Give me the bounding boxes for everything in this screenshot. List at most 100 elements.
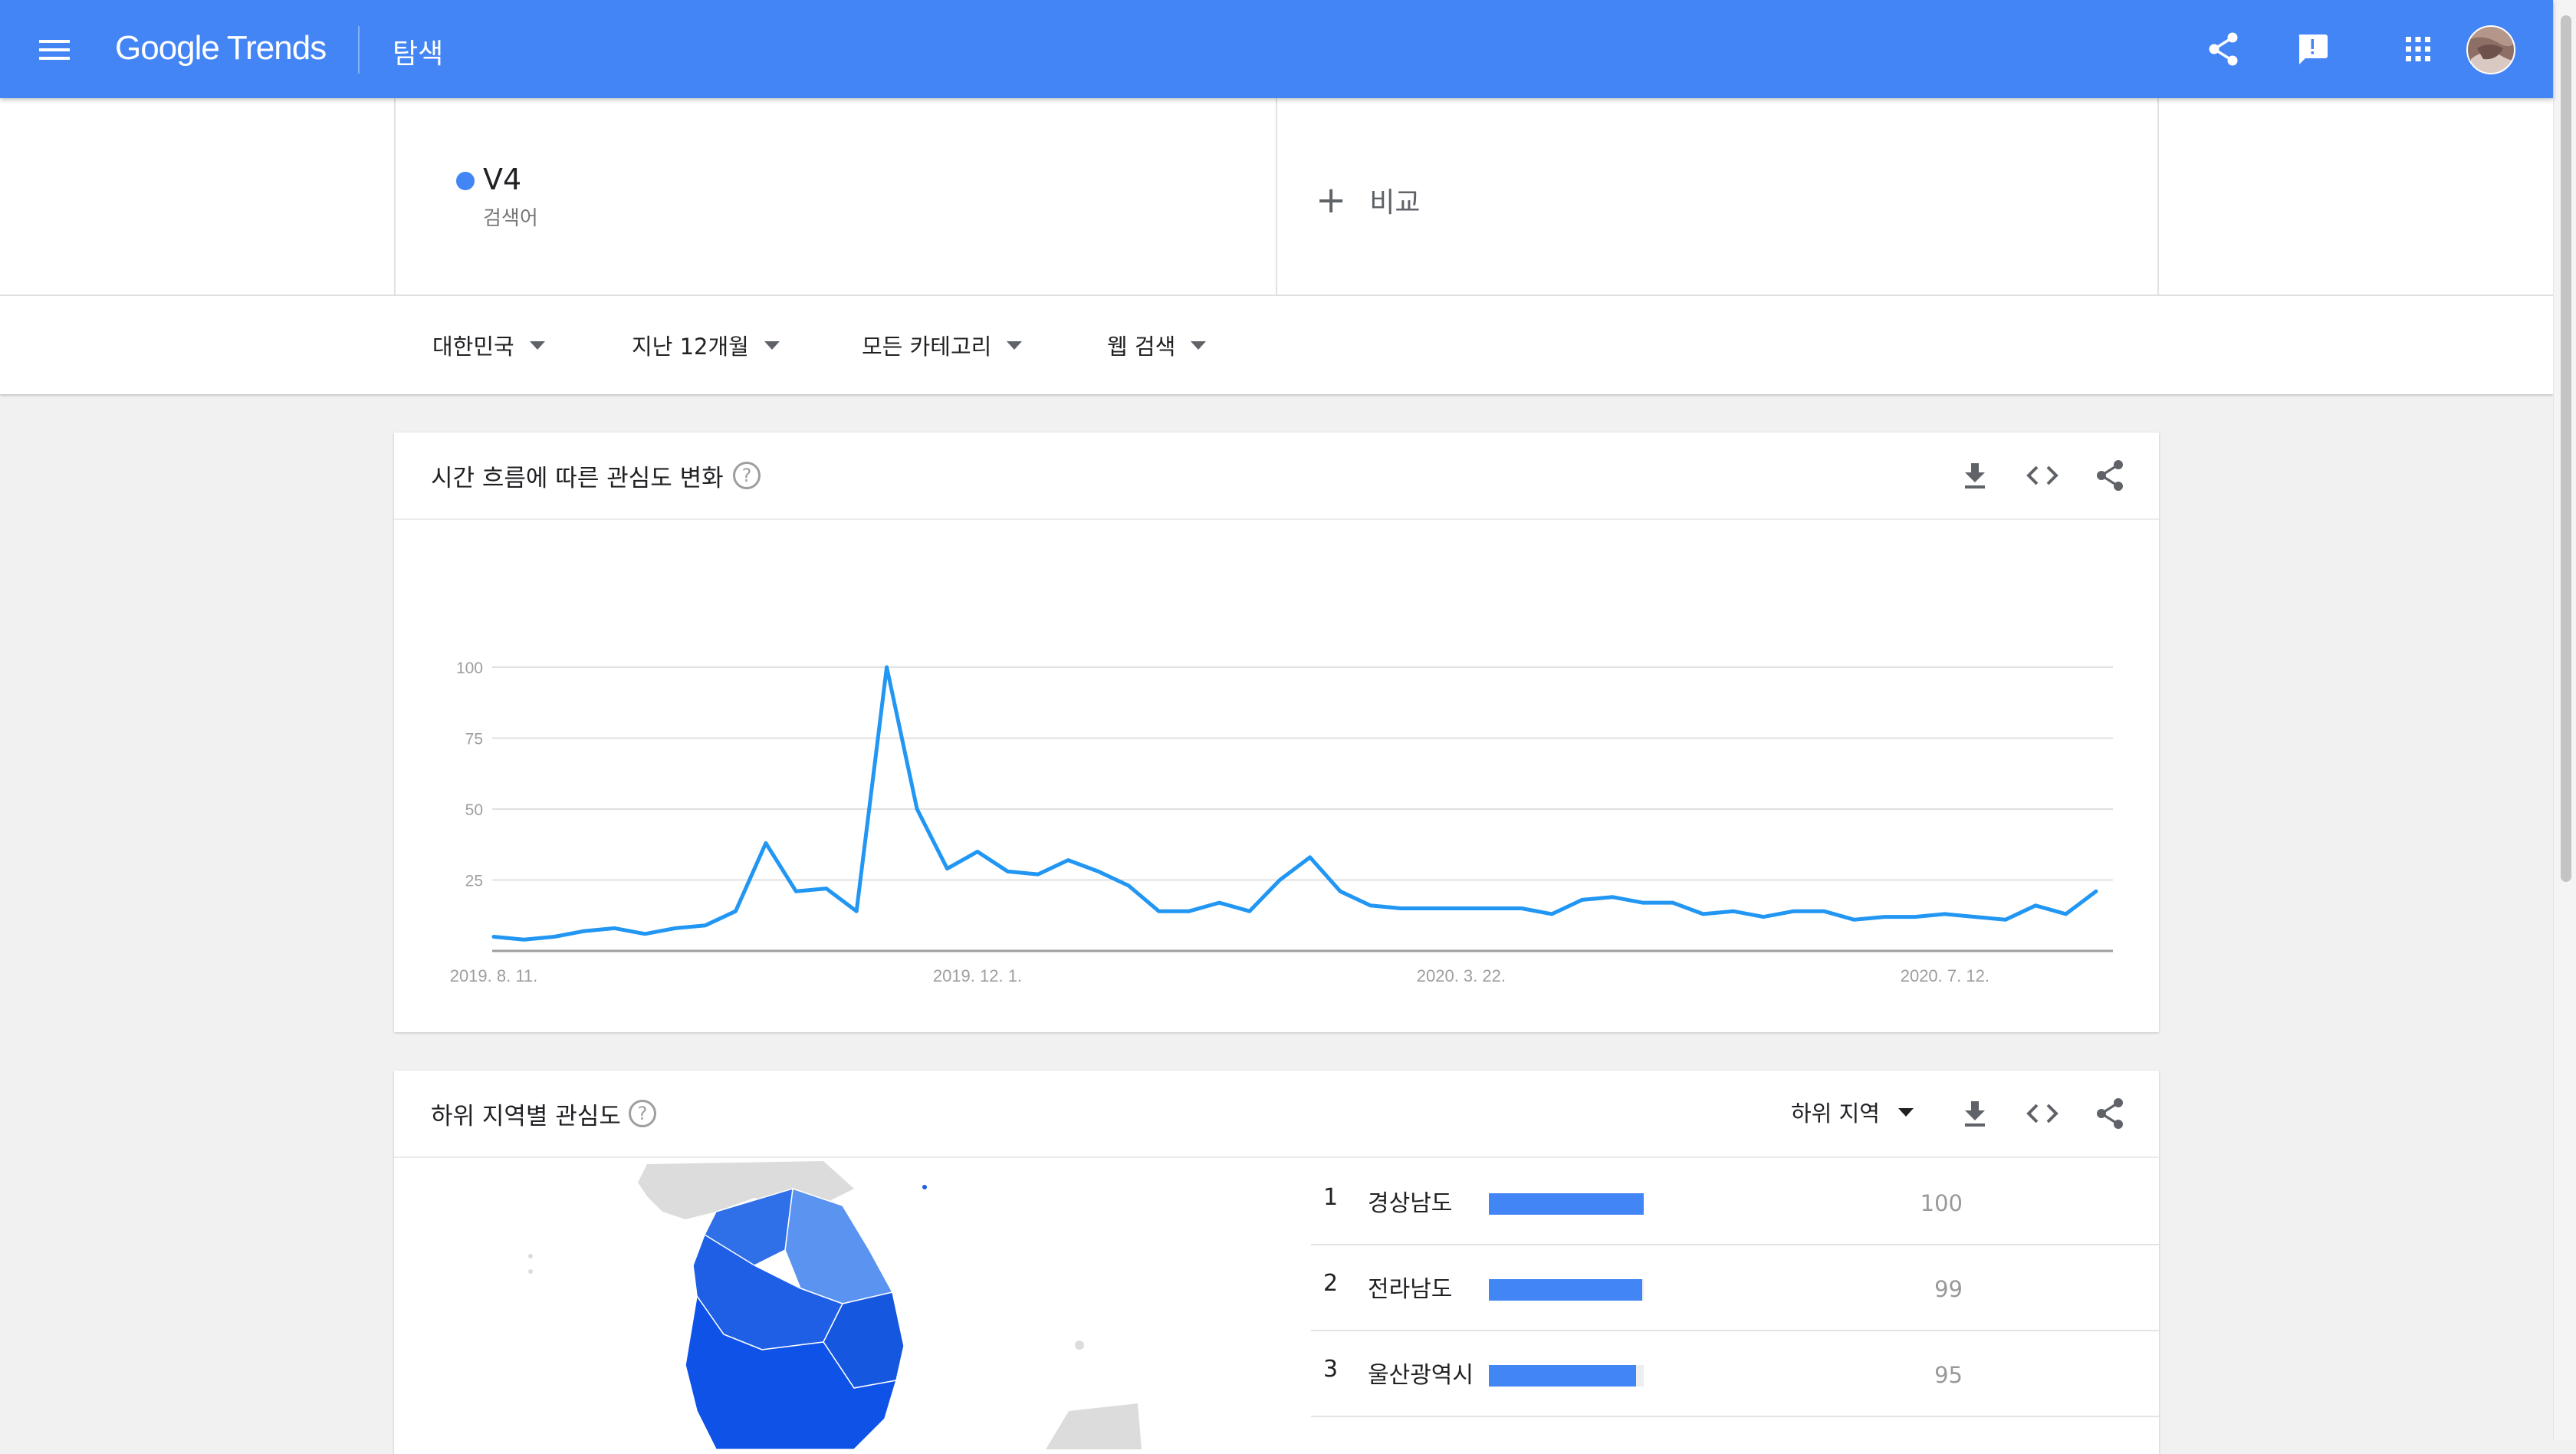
data-point (1368, 903, 1373, 908)
y-tick-label: 50 (465, 801, 483, 819)
category-select-value: 모든 카테고리 (862, 334, 992, 360)
data-point (1700, 912, 1705, 916)
data-point (1822, 909, 1826, 913)
x-tick-label: 2019. 12. 1. (933, 966, 1022, 985)
share-icon (2097, 1098, 2123, 1129)
term-color-dot (456, 172, 475, 190)
category-select[interactable]: 모든 카테고리 (862, 327, 1023, 364)
resolution-select[interactable]: 하위 지역 (1791, 1094, 1914, 1130)
region-bar (1489, 1193, 1644, 1215)
google-trends-logo[interactable]: Google Trends (115, 29, 327, 67)
search-term-type: 검색어 (483, 207, 538, 230)
region-row[interactable]: 2 전라남도 99 (1311, 1244, 2159, 1331)
share-region-button[interactable] (2088, 1092, 2131, 1135)
term-column-divider (1276, 98, 1277, 294)
data-point (2003, 917, 2008, 922)
region-bar (1489, 1279, 1642, 1301)
search-type-select-value: 웹 검색 (1107, 334, 1176, 360)
region-value: 100 (1920, 1190, 1963, 1216)
code-icon (2026, 1104, 2058, 1123)
apps-button[interactable] (2397, 28, 2440, 71)
data-point (1217, 900, 1221, 905)
data-point (1610, 895, 1615, 900)
data-point (1792, 909, 1796, 913)
share-icon (2097, 460, 2123, 491)
download-icon (1965, 463, 1985, 489)
region-bar (1489, 1365, 1636, 1387)
filter-bar: 대한민국 지난 12개월 모든 카테고리 웹 검색 (0, 296, 2553, 394)
data-point (703, 923, 708, 928)
region-select-value: 대한민국 (432, 334, 514, 360)
account-button[interactable] (2466, 25, 2516, 75)
y-tick-label: 100 (456, 660, 483, 677)
period-select[interactable]: 지난 12개월 (632, 327, 780, 364)
series-line (491, 665, 2098, 942)
data-point (1398, 906, 1403, 911)
region-row[interactable]: 3 울산광역시 95 (1311, 1330, 2159, 1417)
share-chart-button[interactable] (2088, 454, 2131, 497)
data-point (673, 926, 678, 930)
data-point (491, 935, 496, 939)
data-point (1640, 900, 1644, 905)
data-point (1187, 909, 1191, 913)
data-point (2064, 912, 2068, 916)
download-csv-button[interactable] (1953, 1092, 1996, 1135)
card-title: 하위 지역별 관심도 (431, 1103, 621, 1130)
menu-icon (39, 40, 70, 60)
region-row[interactable]: 1 경상남도 100 (1311, 1158, 2159, 1245)
data-point (885, 665, 889, 669)
data-point (582, 929, 586, 933)
search-type-select[interactable]: 웹 검색 (1107, 327, 1207, 364)
region-name: 전라남도 (1368, 1276, 1453, 1303)
region-map[interactable] (394, 1158, 1237, 1449)
logo-trends-text: Trends (226, 29, 327, 67)
compare-label: 비교 (1369, 187, 1421, 219)
x-tick-label: 2019. 8. 11. (450, 966, 538, 985)
share-icon (2209, 32, 2238, 66)
region-bar-track (1489, 1365, 1644, 1387)
map-region-gangwon[interactable] (784, 1187, 894, 1304)
data-point (1882, 915, 1887, 919)
data-point (1459, 906, 1464, 911)
code-icon (2026, 465, 2058, 485)
region-rank: 2 (1323, 1270, 1339, 1297)
region-select[interactable]: 대한민국 (432, 327, 545, 364)
search-term-card[interactable]: V4 검색어 (396, 98, 1276, 294)
data-point (915, 807, 919, 811)
data-point (733, 909, 738, 913)
help-icon[interactable]: ? (629, 1100, 656, 1127)
data-point (1247, 909, 1252, 913)
data-point (1943, 912, 1947, 916)
y-tick-label: 75 (465, 731, 483, 748)
chevron-down-icon (764, 340, 780, 350)
interest-by-region-card: 하위 지역별 관심도 ? 하위 지역 1 경상남도 100 2 전라남도 99 … (394, 1071, 2159, 1454)
term-column-divider (2157, 98, 2159, 294)
compare-button[interactable]: + 비교 (1316, 181, 1420, 219)
search-term-name: V4 (483, 163, 522, 196)
chevron-down-icon (1007, 340, 1023, 350)
plus-icon: + (1316, 179, 1347, 222)
interest-over-time-chart[interactable]: 25 50 75 100 2019. 8. 11. 2019. 12. 1. 2020. 3… (394, 520, 2159, 1026)
data-point (521, 937, 526, 942)
download-csv-button[interactable] (1953, 454, 1996, 497)
data-point (613, 926, 617, 930)
data-point (1671, 900, 1675, 905)
embed-button[interactable] (2021, 454, 2064, 497)
data-point (824, 887, 829, 891)
embed-button[interactable] (2021, 1092, 2064, 1135)
data-point (1005, 869, 1010, 873)
scrollbar-thumb[interactable] (2561, 15, 2571, 882)
help-icon[interactable]: ? (733, 462, 761, 489)
feedback-button[interactable] (2291, 28, 2334, 71)
card-header: 시간 흐름에 따른 관심도 변화 ? (394, 433, 2159, 520)
period-select-value: 지난 12개월 (632, 334, 749, 360)
data-point (1126, 883, 1131, 888)
menu-button[interactable] (31, 26, 78, 74)
data-point (1489, 906, 1493, 911)
data-point (764, 840, 768, 845)
x-tick-label: 2020. 7. 12. (1901, 966, 1990, 985)
data-point (1549, 912, 1554, 916)
header-share-button[interactable] (2202, 28, 2245, 71)
feedback-icon (2298, 35, 2328, 64)
region-name: 울산광역시 (1368, 1362, 1474, 1389)
